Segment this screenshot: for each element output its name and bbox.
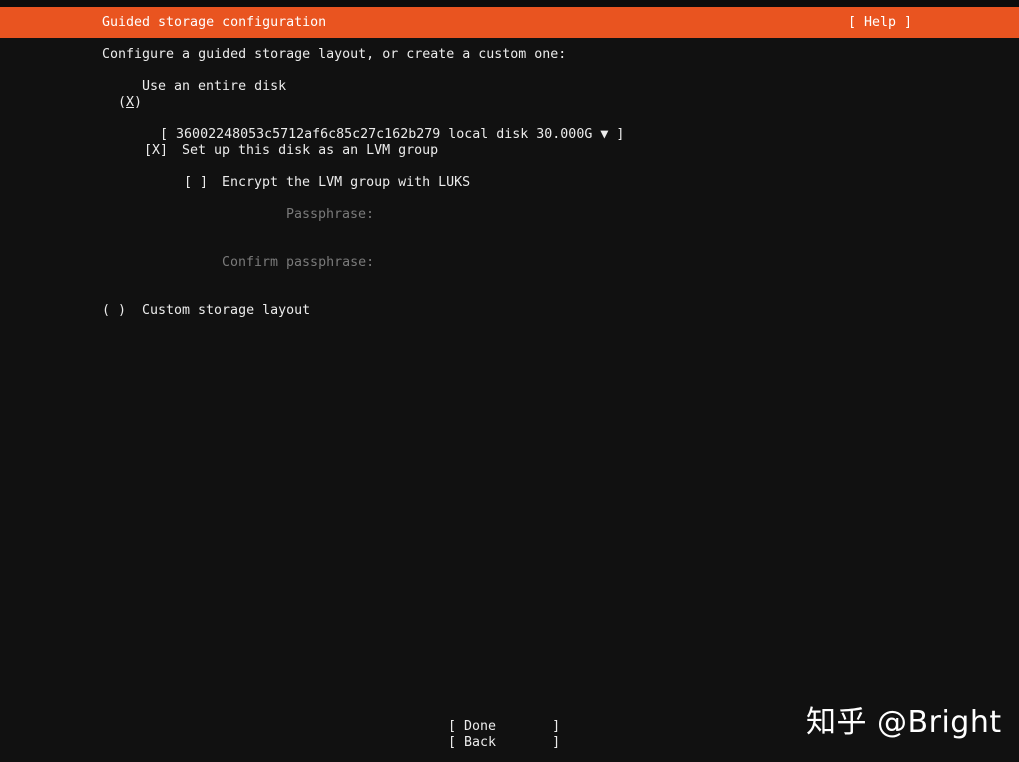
done-button[interactable]: [ Done ] <box>448 719 560 735</box>
radio-selected-mark[interactable]: X <box>126 95 134 110</box>
select-close-bracket: ] <box>616 127 625 142</box>
custom-layout-radio[interactable]: ( ) <box>102 303 126 319</box>
passphrase-label: Passphrase: <box>286 207 375 222</box>
lvm-checkbox[interactable]: [X] <box>144 143 168 159</box>
use-entire-disk-option[interactable]: (X) <box>102 79 142 111</box>
back-button[interactable]: [ Back ] <box>448 735 560 751</box>
top-strip <box>0 0 1019 7</box>
use-entire-disk-label[interactable]: Use an entire disk <box>142 79 286 95</box>
radio-open-paren: ( <box>118 95 127 110</box>
select-open-bracket: [ <box>160 127 169 142</box>
lvm-checkbox-label[interactable]: Set up this disk as an LVM group <box>182 143 438 159</box>
disk-select-value[interactable]: 36002248053c5712af6c85c27c162b279 local … <box>176 127 592 142</box>
help-button[interactable]: [ Help ] <box>848 15 912 30</box>
page-title: Guided storage configuration <box>102 15 327 30</box>
chevron-down-icon[interactable]: ▼ <box>600 127 608 142</box>
encrypt-checkbox[interactable]: [ ] <box>184 175 208 191</box>
header-bar: Guided storage configuration [ Help ] <box>0 7 1019 38</box>
intro-text: Configure a guided storage layout, or cr… <box>102 47 567 62</box>
disk-select[interactable]: [ 36002248053c5712af6c85c27c162b279 loca… <box>144 111 624 143</box>
confirm-passphrase-label: Confirm passphrase: <box>222 255 375 270</box>
encrypt-checkbox-label[interactable]: Encrypt the LVM group with LUKS <box>222 175 470 191</box>
custom-layout-label[interactable]: Custom storage layout <box>142 303 310 319</box>
radio-close-paren: ) <box>134 95 143 110</box>
watermark: 知乎 @Bright <box>806 705 1002 740</box>
